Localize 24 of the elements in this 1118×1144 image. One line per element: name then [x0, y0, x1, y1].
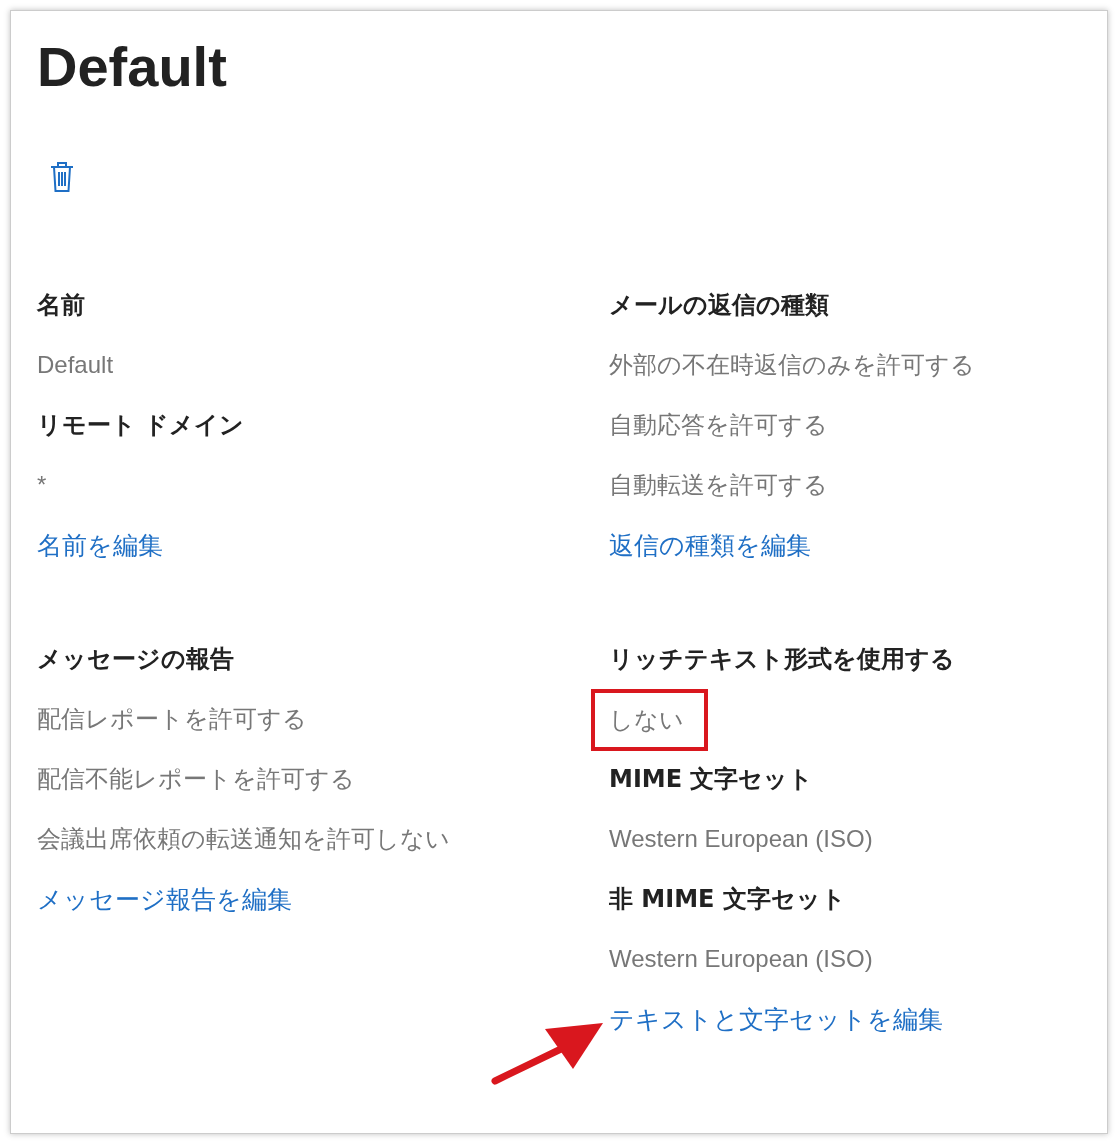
- section-heading: 名前: [37, 290, 86, 321]
- setting-value: Default: [37, 350, 115, 380]
- edit-link[interactable]: テキストと文字セットを編集: [609, 989, 943, 1051]
- page-title: Default: [37, 34, 228, 100]
- setting-value: 配信レポートを許可する: [37, 704, 308, 734]
- setting-value: 配信不能レポートを許可する: [37, 764, 356, 794]
- edit-link[interactable]: メッセージ報告を編集: [37, 869, 292, 931]
- section-heading: メールの返信の種類: [609, 290, 830, 321]
- setting-value: 外部の不在時返信のみを許可する: [609, 350, 976, 380]
- section-heading: MIME 文字セット: [609, 764, 815, 795]
- section-heading: メッセージの報告: [37, 644, 235, 675]
- section-heading: 非 MIME 文字セット: [609, 884, 847, 915]
- setting-value: *: [37, 470, 48, 500]
- highlighted-value: しない: [591, 689, 708, 751]
- setting-value: 自動転送を許可する: [609, 470, 829, 500]
- section-heading: リモート ドメイン: [37, 410, 246, 441]
- setting-value: 自動応答を許可する: [609, 410, 829, 440]
- trash-icon[interactable]: [49, 161, 75, 193]
- setting-value: Western European (ISO): [609, 824, 874, 854]
- edit-link[interactable]: 返信の種類を編集: [609, 515, 811, 577]
- setting-value: 会議出席依頼の転送通知を許可しない: [37, 824, 451, 854]
- section-heading: リッチテキスト形式を使用する: [609, 644, 956, 675]
- setting-value: Western European (ISO): [609, 944, 874, 974]
- edit-link[interactable]: 名前を編集: [37, 515, 163, 577]
